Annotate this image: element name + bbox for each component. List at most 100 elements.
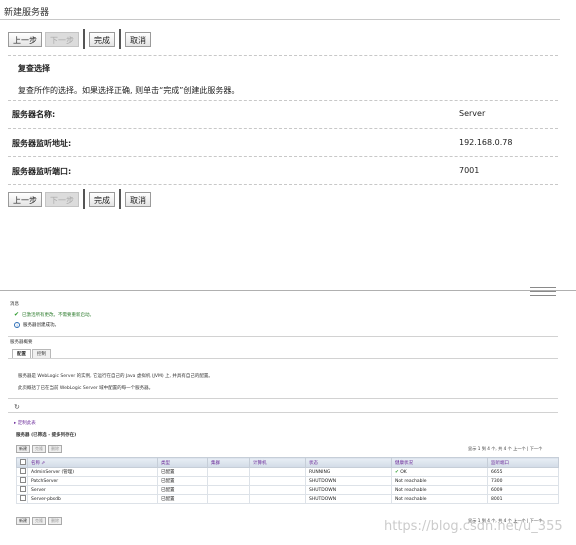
table-row: PatchServer 已配置 SHUTDOWN Not reachable 7…	[16, 476, 559, 486]
health-cell: Not reachable	[391, 494, 488, 504]
listen-port-value: 7001	[459, 166, 480, 175]
new-button[interactable]: 新建	[16, 517, 30, 525]
summary-title: 服务器概要	[10, 340, 33, 345]
cancel-button[interactable]: 取消	[125, 191, 151, 207]
info-icon: i	[14, 322, 20, 328]
customize-table-label: 定制此表	[17, 421, 36, 426]
instructions-text: 复查所作的选择。如果选择正确, 则单击“完成”创建此服务器。	[18, 86, 240, 95]
clone-button[interactable]: 克隆	[32, 445, 46, 453]
column-header-machine[interactable]: 计算机	[249, 457, 306, 468]
select-all-checkbox[interactable]	[16, 457, 28, 468]
health-cell: Not reachable	[391, 476, 488, 486]
type-cell: 已配置	[157, 485, 208, 495]
clone-button[interactable]: 克隆	[32, 517, 46, 525]
state-cell: SHUTDOWN	[305, 494, 392, 504]
watermark: https://blog.csdn.net/u_355	[384, 519, 563, 534]
page-title: 新建服务器	[4, 8, 50, 18]
section-divider	[8, 100, 558, 101]
ok-check-icon: ✔	[395, 469, 399, 475]
field-divider	[8, 128, 558, 129]
button-separator	[119, 29, 121, 49]
row-checkbox[interactable]	[16, 494, 28, 504]
message-row: ✔ 已激活所有更改。不需要重新启动。	[14, 311, 95, 319]
section-divider	[8, 398, 558, 399]
check-icon: ✔	[14, 311, 20, 318]
back-button[interactable]: 上一步	[8, 191, 42, 207]
type-cell: 已配置	[157, 476, 208, 486]
new-button[interactable]: 新建	[16, 445, 30, 453]
row-checkbox[interactable]	[16, 476, 28, 486]
next-button[interactable]: 下一步	[45, 31, 79, 47]
servers-table: 名称 ⇗ 类型 集群 计算机 状态 健康状况 监听端口 AdminServer …	[16, 457, 559, 504]
column-header-type[interactable]: 类型	[157, 457, 208, 468]
section-title: 复查选择	[18, 64, 50, 73]
column-header-listen-port[interactable]: 监听端口	[487, 457, 559, 468]
machine-cell	[249, 476, 306, 486]
table-row: Server-pbsdb 已配置 SHUTDOWN Not reachable …	[16, 494, 559, 504]
listen-address-label: 服务器监听地址:	[12, 139, 72, 148]
next-button[interactable]: 下一步	[45, 191, 79, 207]
column-header-health[interactable]: 健康状况	[391, 457, 488, 468]
customize-table-link[interactable]: ▸ 定制此表	[14, 420, 36, 426]
messages-title: 消息	[10, 302, 19, 307]
wizard-button-bar-top: 上一步 下一步 完成 取消	[8, 29, 151, 49]
table-row: AdminServer (管理) 已配置 RUNNING ✔ OK 6655	[16, 467, 559, 477]
expand-icon: ▸	[14, 421, 17, 426]
description-text: 服务器是 WebLogic Server 的实例, 它运行在自己的 Java 虚…	[18, 374, 213, 379]
delete-button[interactable]: 删除	[48, 445, 62, 453]
wizard-button-bar-bottom: 上一步 下一步 完成 取消	[8, 189, 151, 209]
column-header-name[interactable]: 名称 ⇗	[27, 457, 158, 468]
button-separator	[119, 189, 121, 209]
server-name-link[interactable]: Server-pbsdb	[27, 494, 158, 504]
message-text: 服务器创建成功。	[23, 323, 59, 328]
table-row: Server 已配置 SHUTDOWN Not reachable 6009	[16, 485, 559, 495]
health-text: OK	[400, 469, 407, 475]
tab-divider	[8, 358, 558, 359]
delete-button[interactable]: 删除	[48, 517, 62, 525]
listen-port-label: 服务器监听端口:	[12, 167, 72, 176]
machine-cell	[249, 467, 306, 477]
state-cell: RUNNING	[305, 467, 392, 477]
button-separator	[83, 189, 85, 209]
title-divider	[0, 19, 560, 20]
row-checkbox[interactable]	[16, 467, 28, 477]
button-separator	[83, 29, 85, 49]
row-checkbox[interactable]	[16, 485, 28, 495]
cluster-cell	[207, 494, 250, 504]
section-divider	[8, 55, 558, 56]
message-row: i 服务器创建成功。	[14, 322, 59, 328]
refresh-icon[interactable]: ↻	[14, 403, 20, 411]
section-divider	[8, 336, 558, 337]
cluster-cell	[207, 467, 250, 477]
finish-button[interactable]: 完成	[89, 31, 115, 47]
cancel-button[interactable]: 取消	[125, 31, 151, 47]
type-cell: 已配置	[157, 467, 208, 477]
server-summary-console	[0, 290, 576, 545]
table-title: 服务器 (已筛选 - 提多列存在)	[16, 433, 77, 438]
finish-button[interactable]: 完成	[89, 191, 115, 207]
port-cell: 8001	[487, 494, 559, 504]
server-name-link[interactable]: PatchServer	[27, 476, 158, 486]
new-server-wizard: 新建服务器 上一步 下一步 完成 取消 复查选择 复查所作的选择。如果选择正确,…	[0, 0, 576, 222]
message-text: 已激活所有更改。不需要重新启动。	[22, 313, 95, 318]
server-name-link[interactable]: Server	[27, 485, 158, 495]
server-name-link[interactable]: AdminServer (管理)	[27, 467, 158, 477]
column-header-state[interactable]: 状态	[305, 457, 392, 468]
machine-cell	[249, 485, 306, 495]
table-header-row: 名称 ⇗ 类型 集群 计算机 状态 健康状况 监听端口	[16, 457, 559, 468]
field-divider	[8, 156, 558, 157]
listen-address-value: 192.168.0.78	[459, 138, 513, 147]
field-divider	[8, 184, 558, 185]
cluster-cell	[207, 485, 250, 495]
health-cell: Not reachable	[391, 485, 488, 495]
pagination-top[interactable]: 显示 1 到 4 个, 共 4 个 上一个 | 下一个	[468, 446, 542, 452]
state-cell: SHUTDOWN	[305, 485, 392, 495]
type-cell: 已配置	[157, 494, 208, 504]
back-button[interactable]: 上一步	[8, 31, 42, 47]
section-divider	[8, 412, 558, 413]
column-header-cluster[interactable]: 集群	[207, 457, 250, 468]
server-name-label: 服务器名称:	[12, 110, 56, 119]
cluster-cell	[207, 476, 250, 486]
state-cell: SHUTDOWN	[305, 476, 392, 486]
port-cell: 6655	[487, 467, 559, 477]
